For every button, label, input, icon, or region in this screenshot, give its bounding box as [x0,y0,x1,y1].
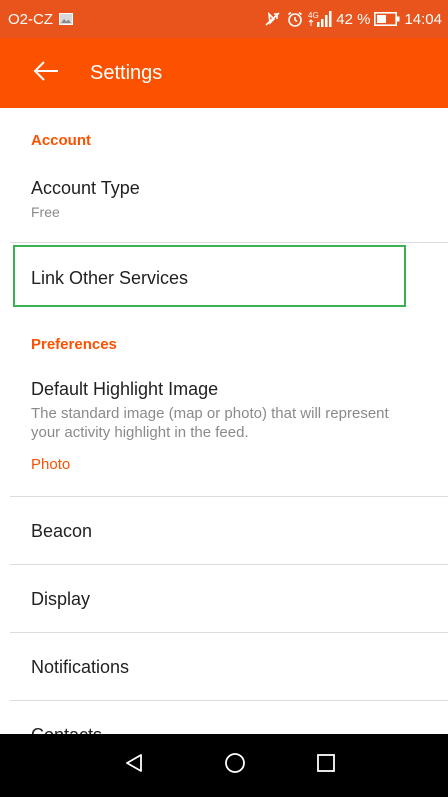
section-header-preferences: Preferences [31,336,117,353]
alarm-icon [286,10,304,28]
nav-home-button[interactable] [205,734,265,797]
divider [10,242,448,243]
carrier-label: O2-CZ [8,10,53,28]
triangle-back-icon [124,753,144,778]
item-display-label: Display [31,589,91,609]
square-recents-icon [316,753,336,778]
screen: O2-CZ 4G 42 % 14:04 Settings Account Acc… [0,0,448,797]
item-contacts-label: Contacts [31,725,102,734]
network-label: 4G [308,11,319,20]
mute-icon [264,10,282,28]
account-type-value: Free [31,204,60,220]
battery-icon [374,12,400,26]
circle-home-icon [224,752,246,779]
signal-icon: 4G [308,10,332,28]
battery-percent: 42 % [336,10,371,28]
clock: 14:04 [404,10,442,28]
highlight-image-title: Default Highlight Image [31,379,219,399]
back-button[interactable] [18,45,74,101]
image-icon [59,13,73,25]
account-type-title: Account Type [31,178,140,198]
settings-list: Account Account Type Free Link Other Ser… [10,108,448,734]
status-bar: O2-CZ 4G 42 % 14:04 [0,0,448,38]
account-type-row[interactable] [10,164,448,242]
highlight-image-value: Photo [31,456,71,473]
item-notifications-label: Notifications [31,657,130,677]
highlight-image-description: The standard image (map or photo) that w… [31,405,389,441]
arrow-left-icon [33,60,59,86]
nav-recents-button[interactable] [296,734,356,797]
system-nav-bar [0,734,448,797]
nav-back-button[interactable] [104,734,164,797]
item-beacon-label: Beacon [31,521,93,541]
link-services-title: Link Other Services [31,268,189,288]
section-header-account: Account [31,132,91,149]
page-title: Settings [90,61,163,84]
app-bar: Settings [0,38,448,108]
